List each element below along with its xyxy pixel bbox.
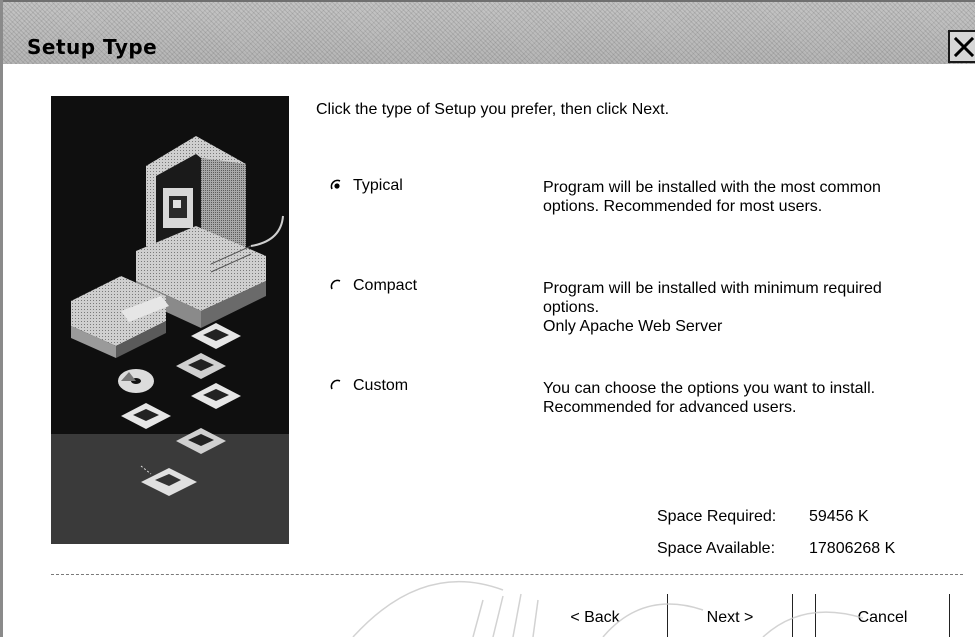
window-title: Setup Type <box>27 35 158 59</box>
compact-description-line: Only Apache Web Server <box>543 318 723 335</box>
compact-description-line: options. <box>543 299 600 316</box>
setup-type-dialog: Setup Type Click the type of Setup you p… <box>0 0 975 637</box>
space-available-value: 17806268 K <box>809 540 896 557</box>
compact-description: Program will be installed with minimum r… <box>543 279 963 336</box>
option-compact[interactable]: Compact <box>330 276 417 296</box>
close-button[interactable] <box>948 30 975 63</box>
divider <box>51 574 963 575</box>
option-typical[interactable]: Typical <box>330 176 403 196</box>
custom-description: You can choose the options you want to i… <box>543 379 963 417</box>
typical-description-line: options. Recommended for most users. <box>543 198 823 215</box>
typical-radio[interactable] <box>330 179 344 193</box>
title-bar: Setup Type <box>3 0 975 64</box>
instruction-text: Click the type of Setup you prefer, then… <box>316 101 670 118</box>
typical-description-line: Program will be installed with the most … <box>543 179 881 196</box>
back-button[interactable]: < Back <box>523 594 668 637</box>
radio-selected-icon <box>330 179 341 190</box>
close-icon <box>953 36 975 57</box>
cancel-button-label: Cancel <box>857 608 908 626</box>
typical-label: Typical <box>353 177 403 194</box>
space-available-label: Space Available: <box>657 540 776 557</box>
custom-description-line: Recommended for advanced users. <box>543 399 797 416</box>
compact-radio[interactable] <box>330 279 344 293</box>
cancel-button[interactable]: Cancel <box>815 594 950 637</box>
custom-radio[interactable] <box>330 379 344 393</box>
custom-description-line: You can choose the options you want to i… <box>543 380 876 397</box>
compact-label: Compact <box>353 277 418 294</box>
compact-description-line: Program will be installed with minimum r… <box>543 280 882 297</box>
next-button-label: Next > <box>706 608 754 626</box>
next-button[interactable]: Next > <box>668 594 793 637</box>
radio-unselected-icon <box>330 379 341 390</box>
option-custom[interactable]: Custom <box>330 376 408 396</box>
radio-unselected-icon <box>330 279 341 290</box>
setup-illustration <box>51 96 289 544</box>
back-button-label: < Back <box>570 608 620 626</box>
space-required-value: 59456 K <box>809 508 869 525</box>
space-required-label: Space Required: <box>657 508 777 525</box>
custom-label: Custom <box>353 377 409 394</box>
typical-description: Program will be installed with the most … <box>543 178 963 216</box>
